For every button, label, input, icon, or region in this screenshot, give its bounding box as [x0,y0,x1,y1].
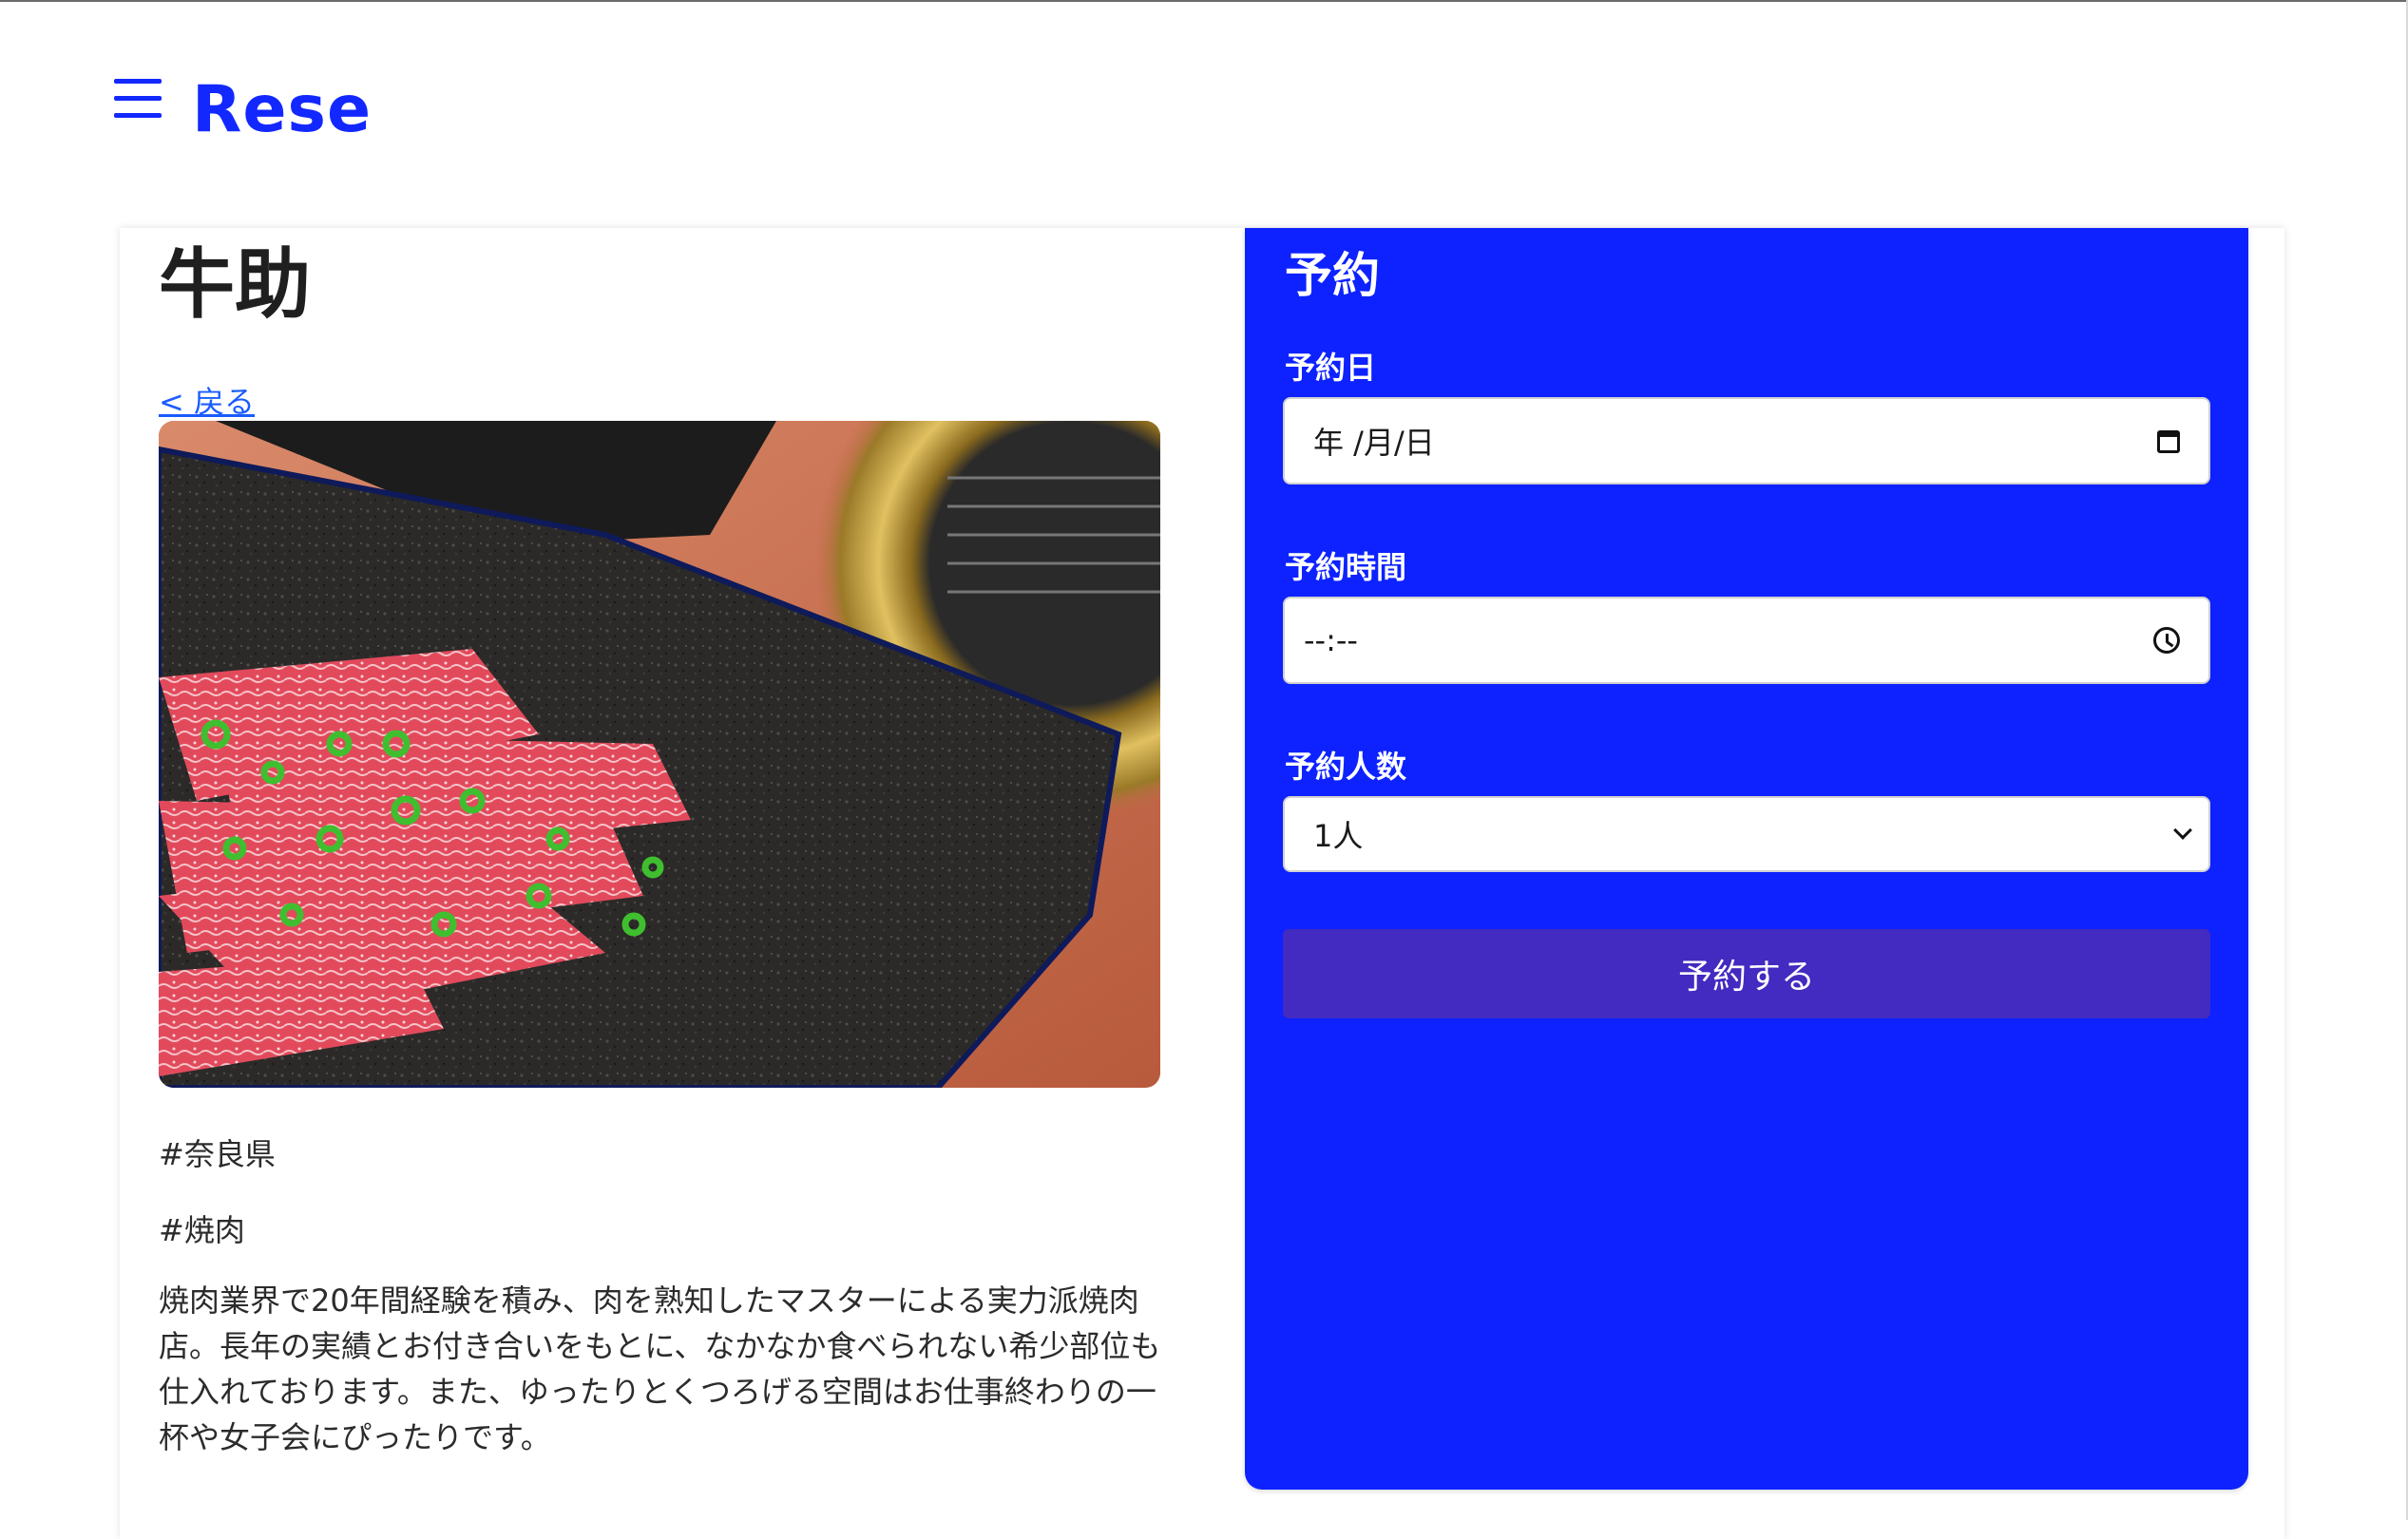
people-select[interactable]: 1人 [1283,796,2210,872]
time-value: --:-- [1304,622,1358,658]
genre-tag: #焼肉 [159,1212,245,1248]
people-label: 予約人数 [1285,749,1407,785]
date-value: 年 /月/日 [1313,425,1435,461]
shop-photo [159,421,1160,1088]
window-top-border [0,0,2408,2]
shop-name: 牛助 [159,240,311,329]
reservation-title: 予約 [1285,248,1380,303]
date-input[interactable]: 年 /月/日 [1283,397,2210,484]
site-header: Rese [112,57,372,162]
calendar-icon[interactable] [2157,428,2180,453]
date-label: 予約日 [1285,350,1377,386]
time-label: 予約時間 [1285,549,1407,585]
back-link[interactable]: < 戻る [159,378,255,422]
brand-logo[interactable]: Rese [192,72,372,147]
area-tag: #奈良県 [159,1136,276,1172]
hamburger-menu-icon[interactable] [112,79,163,121]
clock-icon[interactable] [2153,627,2180,654]
shop-description: 焼肉業界で20年間経験を積み、肉を熟知したマスターによる実力派焼肉店。長年の実績… [159,1282,1161,1455]
chevron-down-icon [2173,821,2192,840]
time-input[interactable]: --:-- [1283,597,2210,684]
people-value: 1人 [1313,818,1364,854]
reserve-button[interactable]: 予約する [1283,929,2210,1018]
